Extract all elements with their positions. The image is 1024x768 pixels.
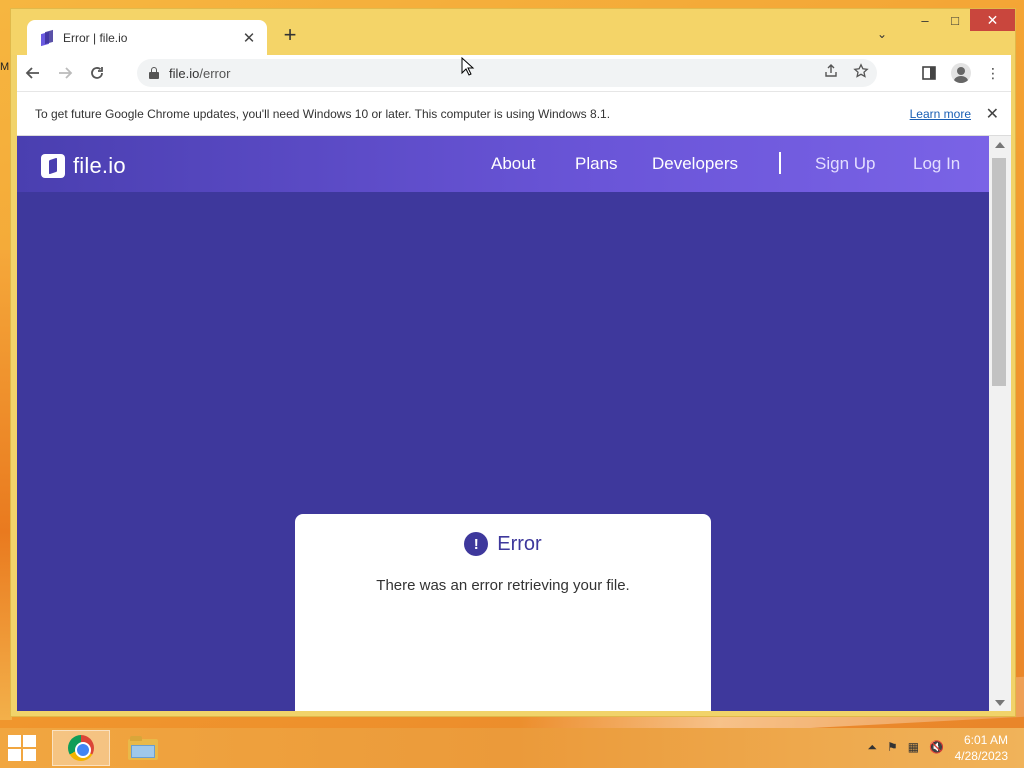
minimize-button[interactable]: –	[910, 9, 940, 31]
lock-icon[interactable]	[149, 67, 159, 79]
toolbar-right: ⋮	[917, 59, 1005, 87]
infobar-message: To get future Google Chrome updates, you…	[35, 106, 611, 121]
nav-plans[interactable]: Plans	[575, 154, 618, 174]
tab-active[interactable]: Error | file.io ✕	[27, 20, 267, 55]
tab-title: Error | file.io	[63, 30, 128, 45]
url-text: file.io/error	[169, 66, 230, 81]
forward-button[interactable]	[49, 57, 81, 89]
system-tray: ⏶ ⚑ ▦ 🔇	[867, 740, 944, 755]
address-bar[interactable]: file.io/error	[137, 59, 877, 87]
window-controls: – □ ✕	[910, 9, 1015, 33]
nav-login[interactable]: Log In	[913, 154, 960, 174]
tab-close-icon[interactable]: ✕	[241, 29, 257, 47]
reload-icon	[91, 67, 103, 79]
update-infobar: To get future Google Chrome updates, you…	[17, 91, 1011, 136]
back-button[interactable]	[17, 57, 49, 89]
volume-muted-icon[interactable]: 🔇	[929, 740, 944, 755]
nav-developers[interactable]: Developers	[652, 154, 738, 174]
desktop-edge-text: M	[0, 61, 10, 73]
tab-search-chevron-icon[interactable]: ⌄	[877, 27, 887, 41]
scroll-thumb[interactable]	[992, 158, 1006, 386]
url-host: file.io	[169, 65, 200, 81]
site-header: file.io About Plans Developers Sign Up L…	[17, 136, 989, 192]
nav-divider	[779, 152, 781, 174]
clock-date: 4/28/2023	[954, 749, 1008, 763]
infobar-close-icon[interactable]: ✕	[986, 104, 999, 124]
taskbar-clock[interactable]: 6:01 AM 4/28/2023	[955, 732, 1008, 764]
error-message: There was an error retrieving your file.	[376, 577, 630, 594]
nav-about[interactable]: About	[491, 154, 535, 174]
browser-window: Error | file.io ✕ + ⌄ – □ ✕ file.io/erro…	[10, 8, 1016, 717]
page-scrollbar[interactable]	[989, 136, 1011, 711]
tray-expand-icon[interactable]: ⏶	[867, 740, 877, 755]
bookmark-star-icon[interactable]	[853, 63, 869, 79]
network-icon[interactable]: ▦	[908, 740, 919, 755]
side-panel-icon[interactable]	[917, 59, 941, 87]
learn-more-link[interactable]: Learn more	[910, 107, 971, 121]
url-path: /error	[199, 65, 231, 81]
omnibox-actions	[823, 63, 869, 79]
error-exclamation-icon: !	[464, 532, 489, 556]
close-window-button[interactable]: ✕	[970, 9, 1015, 31]
profile-button[interactable]	[949, 59, 973, 87]
site-logo[interactable]: file.io	[41, 153, 126, 179]
chrome-icon	[68, 735, 94, 761]
page-viewport: file.io About Plans Developers Sign Up L…	[17, 136, 989, 711]
menu-kebab-icon[interactable]: ⋮	[981, 59, 1005, 87]
tab-strip: Error | file.io ✕ + ⌄ – □ ✕	[11, 9, 1015, 55]
scroll-up-arrow-icon[interactable]	[995, 142, 1005, 148]
fileio-favicon-icon	[41, 29, 53, 46]
windows-start-icon[interactable]	[8, 735, 38, 761]
avatar-icon	[951, 63, 971, 83]
forward-arrow-icon	[59, 67, 73, 79]
maximize-button[interactable]: □	[940, 9, 970, 31]
error-title: Error	[497, 532, 542, 555]
reload-button[interactable]	[81, 57, 113, 89]
error-card-header: ! Error	[295, 532, 711, 556]
fileio-logo-icon	[41, 154, 65, 178]
brand-name: file.io	[73, 153, 126, 178]
scroll-down-arrow-icon[interactable]	[995, 700, 1005, 706]
nav-signup[interactable]: Sign Up	[815, 154, 875, 174]
new-tab-button[interactable]: +	[279, 24, 301, 47]
taskbar-file-explorer[interactable]	[114, 730, 172, 766]
share-icon[interactable]	[823, 63, 839, 79]
back-arrow-icon	[25, 67, 39, 79]
browser-toolbar: file.io/error ⋮	[17, 55, 1011, 91]
taskbar-chrome[interactable]	[52, 730, 110, 766]
taskbar: ⏶ ⚑ ▦ 🔇 6:01 AM 4/28/2023	[0, 728, 1024, 768]
action-center-flag-icon[interactable]: ⚑	[887, 740, 898, 755]
clock-time: 6:01 AM	[963, 733, 1008, 747]
error-card: ! Error There was an error retrieving yo…	[295, 514, 711, 711]
folder-icon	[128, 736, 158, 760]
